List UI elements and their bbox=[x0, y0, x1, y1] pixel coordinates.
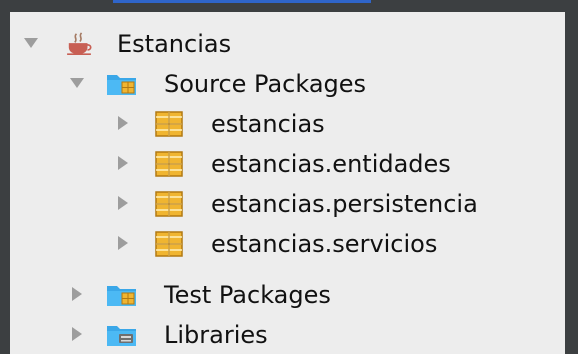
package-label[interactable]: estancias.servicios bbox=[211, 229, 437, 259]
package-label[interactable]: estancias.entidades bbox=[211, 149, 451, 179]
tree-row-package[interactable]: estancias.entidades bbox=[10, 144, 565, 184]
test-packages-label[interactable]: Test Packages bbox=[164, 280, 331, 310]
expanded-triangle-icon[interactable] bbox=[68, 74, 86, 92]
expanded-triangle-icon[interactable] bbox=[22, 34, 40, 52]
collapsed-triangle-icon[interactable] bbox=[114, 194, 132, 212]
project-label[interactable]: Estancias bbox=[117, 29, 231, 59]
tree-row-libraries[interactable]: Libraries bbox=[10, 315, 565, 354]
test-packages-folder-icon bbox=[105, 280, 139, 310]
package-icon bbox=[152, 109, 186, 139]
tree-row-source-packages[interactable]: Source Packages bbox=[10, 64, 565, 104]
collapsed-triangle-icon[interactable] bbox=[68, 325, 86, 343]
package-icon bbox=[152, 149, 186, 179]
libraries-label[interactable]: Libraries bbox=[164, 320, 268, 350]
collapsed-triangle-icon[interactable] bbox=[114, 114, 132, 132]
collapsed-triangle-icon[interactable] bbox=[114, 234, 132, 252]
project-tree-panel[interactable]: Estancias Source Packages estancias esta… bbox=[10, 12, 565, 354]
selected-tab-accent bbox=[113, 0, 371, 3]
left-gutter bbox=[0, 12, 10, 354]
tree-row-package[interactable]: estancias bbox=[10, 104, 565, 144]
java-project-coffee-cup-icon bbox=[62, 29, 102, 59]
tree-row-test-packages[interactable]: Test Packages bbox=[10, 275, 565, 315]
package-label[interactable]: estancias bbox=[211, 109, 325, 139]
right-edge bbox=[565, 12, 578, 354]
package-icon bbox=[152, 189, 186, 219]
package-icon bbox=[152, 229, 186, 259]
libraries-folder-icon bbox=[105, 320, 139, 350]
collapsed-triangle-icon[interactable] bbox=[114, 154, 132, 172]
package-label[interactable]: estancias.persistencia bbox=[211, 189, 478, 219]
tree-row-package[interactable]: estancias.servicios bbox=[10, 224, 565, 264]
source-packages-folder-icon bbox=[105, 69, 139, 99]
tree-row-package[interactable]: estancias.persistencia bbox=[10, 184, 565, 224]
tree-row-project[interactable]: Estancias bbox=[10, 24, 565, 64]
collapsed-triangle-icon[interactable] bbox=[68, 285, 86, 303]
source-packages-label[interactable]: Source Packages bbox=[164, 69, 366, 99]
